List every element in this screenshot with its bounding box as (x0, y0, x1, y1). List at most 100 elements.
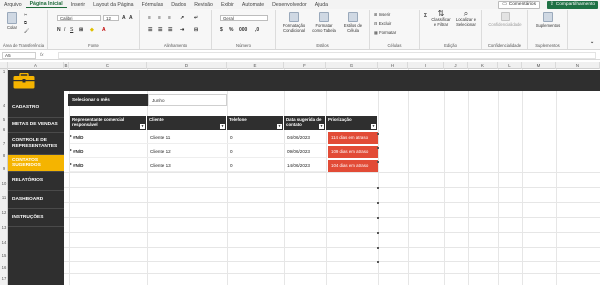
row-header[interactable]: 7 (0, 141, 8, 146)
align-center-icon[interactable]: ☰ (158, 27, 162, 33)
menu-automate[interactable]: Automate (238, 2, 268, 8)
format-cells-button[interactable]: ▦ Formatar (374, 30, 396, 36)
percent-icon[interactable]: % (229, 27, 233, 33)
cell-phone[interactable]: 0 (227, 132, 284, 144)
column-header[interactable]: N (556, 62, 600, 69)
cell-client[interactable]: Cliente 11 (147, 132, 227, 144)
nav-relatorios[interactable]: RELATÓRIOS (8, 172, 64, 191)
number-format-select[interactable]: Geral (220, 15, 268, 21)
column-header[interactable]: K (468, 62, 498, 69)
worksheet-grid[interactable]: CADASTRO METAS DE VENDAS CONTROLE DE REP… (8, 69, 600, 285)
filter-dropdown-icon[interactable]: ▾ (319, 124, 324, 129)
autosum-icon[interactable]: Σ (424, 13, 427, 19)
align-right-icon[interactable]: ☰ (168, 27, 172, 33)
currency-icon[interactable]: $ (220, 27, 223, 33)
table-header-client[interactable]: Cliente ▾ (147, 116, 227, 130)
row-header[interactable]: 10 (0, 181, 8, 186)
row-header[interactable]: 11 (0, 195, 8, 200)
borders-icon[interactable]: ⊞ (79, 27, 83, 33)
cell-representative[interactable]: #N/D (70, 132, 147, 144)
menu-revisao[interactable]: Revisão (190, 2, 217, 8)
wrap-text-icon[interactable]: ↵ (194, 15, 198, 21)
decimal-icon[interactable]: ,0 (255, 27, 259, 33)
orientation-icon[interactable]: ↗ (180, 15, 184, 21)
font-size-select[interactable]: 12 (103, 15, 119, 21)
fx-icon[interactable]: fx (40, 52, 44, 57)
menu-exibir[interactable]: Exibir (217, 2, 238, 8)
align-middle-icon[interactable]: ≡ (158, 15, 161, 21)
row-header[interactable]: 4 (0, 103, 8, 108)
row-header[interactable]: 9 (0, 166, 8, 171)
row-header[interactable]: 6 (0, 127, 8, 132)
menu-arquivo[interactable]: Arquivo (0, 2, 26, 8)
table-header-phone[interactable]: Telefone ▾ (227, 116, 284, 130)
select-all-corner[interactable] (0, 62, 8, 69)
priority-badge[interactable]: 114 dias em atraso (328, 132, 378, 144)
comments-button[interactable]: ▭ Comentários (498, 0, 540, 9)
nav-metas-de-vendas[interactable]: METAS DE VENDAS (8, 118, 64, 133)
format-painter-icon[interactable]: 🖌 (24, 28, 29, 34)
row-header[interactable]: 15 (0, 253, 8, 258)
underline-icon[interactable]: S (70, 27, 73, 33)
row-header[interactable]: 8 (0, 153, 8, 158)
column-header[interactable]: C (69, 62, 147, 69)
nav-instrucoes[interactable]: INSTRUÇÕES (8, 209, 64, 227)
delete-cells-button[interactable]: ⊟ Excluir (374, 21, 391, 27)
column-header[interactable]: H (378, 62, 408, 69)
column-header[interactable]: E (227, 62, 284, 69)
error-indicator-icon[interactable] (70, 135, 72, 137)
cell-client[interactable]: Cliente 12 (147, 146, 227, 158)
filter-dropdown-icon[interactable]: ▾ (220, 124, 225, 129)
name-box[interactable]: A5 (2, 52, 36, 59)
copy-icon[interactable]: ⧉ (24, 20, 27, 26)
find-select-button[interactable]: ⌕ Localizar e Selecionar (454, 10, 478, 27)
share-button[interactable]: ⇪ Compartilhamento (546, 0, 598, 9)
row-header[interactable]: 16 (0, 265, 8, 270)
font-name-select[interactable]: Calibri (57, 15, 101, 21)
format-table-button[interactable]: Formatar como Tabela (310, 12, 338, 33)
filter-dropdown-icon[interactable]: ▾ (277, 124, 282, 129)
select-month-input[interactable]: Junho (148, 94, 227, 106)
cell-representative[interactable]: #N/D (70, 146, 147, 158)
indent-icon[interactable]: ⇥ (180, 27, 184, 33)
shrink-font-icon[interactable]: A (129, 15, 133, 21)
table-header-date[interactable]: Data sugerida de contato ▾ (284, 116, 326, 130)
cell-date[interactable]: 04/06/2023 (284, 132, 326, 144)
conditional-format-button[interactable]: Formatação Condicional (280, 12, 308, 33)
row-header[interactable]: 12 (0, 210, 8, 215)
addins-button[interactable]: Suplementos (530, 12, 566, 29)
table-header-priority[interactable]: Priorização ▾ (326, 116, 378, 130)
table-header-representative[interactable]: Representante comercial responsável ▾ (70, 116, 147, 130)
cell-client[interactable]: Cliente 13 (147, 160, 227, 172)
menu-formulas[interactable]: Fórmulas (138, 2, 168, 8)
align-left-icon[interactable]: ☰ (148, 27, 152, 33)
error-indicator-icon[interactable] (70, 163, 72, 165)
cell-styles-button[interactable]: Estilos de Célula (340, 12, 366, 33)
menu-dados[interactable]: Dados (167, 2, 190, 8)
cell-date[interactable]: 09/06/2023 (284, 146, 326, 158)
menu-inserir[interactable]: Inserir (67, 2, 89, 8)
menu-pagina-inicial[interactable]: Página Inicial (25, 1, 67, 8)
insert-cells-button[interactable]: ⊞ Inserir (374, 12, 390, 18)
font-color-icon[interactable]: A (102, 27, 106, 33)
thousands-icon[interactable]: 000 (239, 27, 247, 33)
collapse-ribbon-icon[interactable]: ⌄ (590, 39, 594, 45)
column-header[interactable]: J (444, 62, 468, 69)
cell-representative[interactable]: #N/D (70, 160, 147, 172)
nav-dashboard[interactable]: DASHBOARD (8, 191, 64, 209)
row-header[interactable]: 1 (0, 69, 8, 74)
sort-filter-button[interactable]: ⇅ Classificar e Filtrar (430, 10, 452, 27)
menu-ajuda[interactable]: Ajuda (311, 2, 332, 8)
merge-center-icon[interactable]: ⊟ (194, 27, 198, 33)
paste-button[interactable]: Colar (4, 12, 20, 31)
cell-date[interactable]: 14/06/2023 (284, 160, 326, 172)
priority-badge[interactable]: 109 dias em atraso (328, 146, 378, 158)
column-header[interactable]: M (522, 62, 556, 69)
bold-icon[interactable]: N (57, 27, 61, 33)
column-header[interactable]: A (8, 62, 64, 69)
row-header[interactable]: 17 (0, 276, 8, 281)
menu-layout[interactable]: Layout da Página (89, 2, 137, 8)
nav-controle-de-representantes[interactable]: CONTROLE DE REPRESENTANTES (8, 133, 64, 155)
nav-cadastro[interactable]: CADASTRO (8, 91, 64, 118)
column-header[interactable]: L (498, 62, 522, 69)
